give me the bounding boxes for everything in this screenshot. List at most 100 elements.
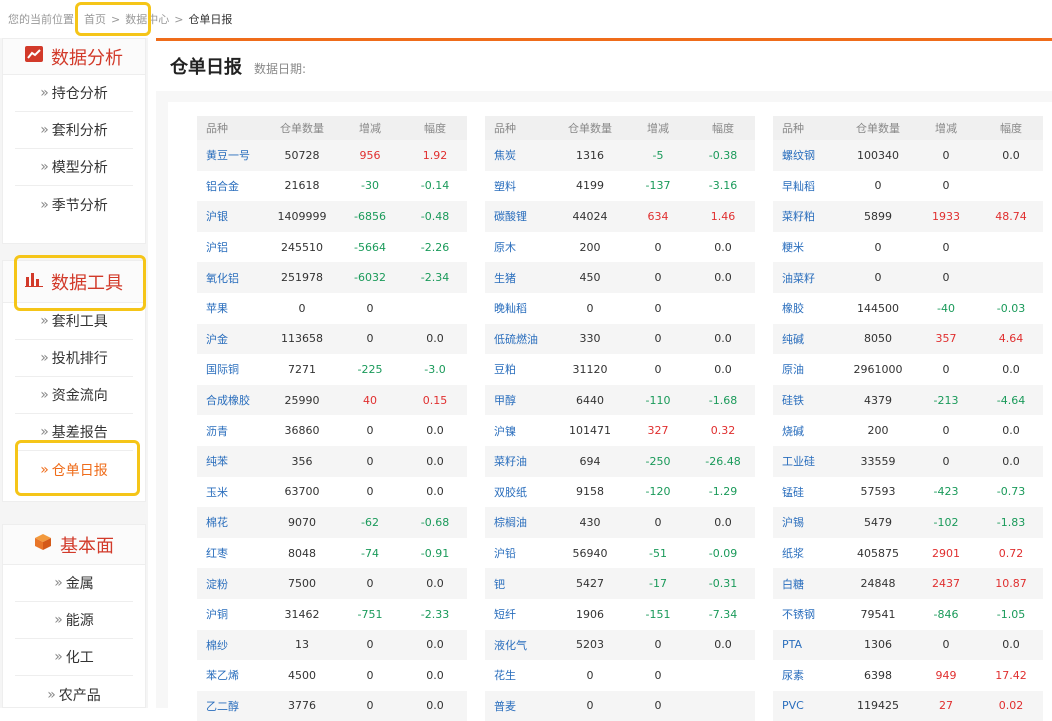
receipt-quantity: 0 xyxy=(874,179,882,193)
commodity-link[interactable]: 红枣 xyxy=(197,538,267,569)
commodity-link[interactable]: 纸浆 xyxy=(773,538,843,569)
commodity-link[interactable]: 棉纱 xyxy=(197,629,267,661)
commodity-link[interactable]: 菜籽油 xyxy=(485,445,555,477)
table-row: 钯 5427 -17 -0.31 xyxy=(485,568,755,599)
receipt-quantity: 63700 xyxy=(284,485,320,499)
commodity-link[interactable]: 菜籽粕 xyxy=(773,201,843,232)
section-header-data-tools[interactable]: 数据工具 xyxy=(3,261,145,303)
table-row: 晚籼稻 0 0 xyxy=(485,293,755,324)
receipt-table-1: 品种 仓单数量 增减 幅度 黄豆一号 50728 956 1.92 铝合金 21618 -30 -0.… xyxy=(197,116,467,721)
commodity-link[interactable]: 花生 xyxy=(485,660,555,691)
commodity-link[interactable]: 烧碱 xyxy=(773,415,843,446)
commodity-link[interactable]: 焦炭 xyxy=(485,140,555,171)
change-value: -51 xyxy=(649,546,667,560)
change-percent: 0.0 xyxy=(714,240,732,254)
commodity-link[interactable]: 乙二醇 xyxy=(197,690,267,721)
commodity-link[interactable]: 短纤 xyxy=(485,599,555,630)
commodity-link[interactable]: 合成橡胶 xyxy=(197,384,267,416)
commodity-link[interactable]: 塑料 xyxy=(485,171,555,202)
sidebar-item-agricultural[interactable]: » 农产品 xyxy=(15,676,133,713)
section-header-fundamentals[interactable]: 基本面 xyxy=(3,525,145,565)
commodity-link[interactable]: PTA xyxy=(773,629,843,661)
table-row: 棕榈油 430 0 0.0 xyxy=(485,507,755,538)
commodity-link[interactable]: 纯碱 xyxy=(773,323,843,355)
commodity-link[interactable]: 原油 xyxy=(773,354,843,385)
sidebar-item-fund-flow[interactable]: » 资金流向 xyxy=(15,377,133,414)
commodity-link[interactable]: 晚籼稻 xyxy=(485,293,555,324)
receipt-quantity: 33559 xyxy=(843,445,913,477)
commodity-link[interactable]: 棉花 xyxy=(197,507,267,538)
sidebar-item-energy[interactable]: » 能源 xyxy=(15,602,133,639)
commodity-link[interactable]: 氧化铝 xyxy=(197,262,267,293)
table-row: 不锈钢 79541 -846 -1.05 xyxy=(773,599,1043,630)
commodity-link[interactable]: 纯苯 xyxy=(197,445,267,477)
breadcrumb-current: 仓单日报 xyxy=(188,13,233,26)
commodity-link[interactable]: 淀粉 xyxy=(197,568,267,599)
commodity-link[interactable]: 低硫燃油 xyxy=(485,323,555,355)
commodity-link[interactable]: 钯 xyxy=(485,568,555,599)
sidebar-item-model-analysis[interactable]: » 模型分析 xyxy=(15,149,133,186)
section-header-data-analysis[interactable]: 数据分析 xyxy=(3,39,145,75)
commodity-link[interactable]: 甲醇 xyxy=(485,384,555,416)
commodity-link[interactable]: 碳酸锂 xyxy=(485,201,555,232)
commodity-link[interactable]: 黄豆一号 xyxy=(197,140,267,171)
change-percent: -0.09 xyxy=(708,546,738,560)
commodity-link[interactable]: 粳米 xyxy=(773,232,843,263)
commodity-link[interactable]: 橡胶 xyxy=(773,293,843,324)
commodity-link[interactable]: 沪银 xyxy=(197,201,267,232)
commodity-link[interactable]: 国际铜 xyxy=(197,354,267,385)
commodity-link[interactable]: 豆粕 xyxy=(485,354,555,385)
commodity-link[interactable]: 棕榈油 xyxy=(485,507,555,538)
change-value: -250 xyxy=(625,445,691,477)
change-value: -120 xyxy=(645,485,671,499)
commodity-link[interactable]: 尿素 xyxy=(773,660,843,691)
commodity-link[interactable]: 沪镍 xyxy=(485,415,555,446)
commodity-link[interactable]: 双胶纸 xyxy=(485,477,555,508)
commodity-link[interactable]: 玉米 xyxy=(197,477,267,508)
sidebar-item-arbitrage-tool[interactable]: » 套利工具 xyxy=(15,303,133,340)
commodity-link[interactable]: PVC xyxy=(773,690,843,721)
commodity-link[interactable]: 生猪 xyxy=(485,262,555,293)
sidebar-item-speculation-ranking[interactable]: » 投机排行 xyxy=(15,340,133,377)
commodity-link[interactable]: 不锈钢 xyxy=(773,599,843,630)
commodity-link[interactable]: 沪铝 xyxy=(197,232,267,263)
sidebar-item-warehouse-receipt-daily[interactable]: » 仓单日报 xyxy=(15,451,133,488)
commodity-link[interactable]: 白糖 xyxy=(773,568,843,599)
commodity-link[interactable]: 沪锡 xyxy=(773,507,843,538)
commodity-link[interactable]: 沥青 xyxy=(197,415,267,446)
receipt-quantity: 0 xyxy=(874,240,882,254)
commodity-link[interactable]: 沪铜 xyxy=(197,599,267,630)
table-row: 锰硅 57593 -423 -0.73 xyxy=(773,477,1043,508)
sidebar-item-metals[interactable]: » 金属 xyxy=(15,565,133,602)
commodity-link[interactable]: 早籼稻 xyxy=(773,171,843,202)
section-title: 基本面 xyxy=(60,535,114,557)
commodity-link[interactable]: 铝合金 xyxy=(197,171,267,202)
commodity-link[interactable]: 沪金 xyxy=(197,323,267,355)
sidebar-item-seasonal-analysis[interactable]: » 季节分析 xyxy=(15,186,133,223)
receipt-quantity: 5427 xyxy=(555,568,625,599)
commodity-link[interactable]: 沪铅 xyxy=(485,538,555,569)
change-value: 0 xyxy=(366,485,374,499)
change-value: -213 xyxy=(913,384,979,416)
commodity-link[interactable]: 硅铁 xyxy=(773,384,843,416)
commodity-link[interactable]: 苯乙烯 xyxy=(197,660,267,691)
sidebar-item-chemicals[interactable]: » 化工 xyxy=(15,639,133,676)
commodity-link[interactable]: 苹果 xyxy=(197,293,267,324)
sidebar-item-arbitrage-analysis[interactable]: » 套利分析 xyxy=(15,112,133,149)
commodity-link[interactable]: 螺纹钢 xyxy=(773,140,843,171)
breadcrumb-home-link[interactable]: 首页 xyxy=(84,11,106,27)
change-percent xyxy=(691,690,755,721)
breadcrumb-data-center-link[interactable]: 数据中心 xyxy=(125,11,169,27)
change-value: -40 xyxy=(937,301,955,315)
commodity-link[interactable]: 原木 xyxy=(485,232,555,263)
bar-chart-icon xyxy=(25,271,43,292)
commodity-link[interactable]: 油菜籽 xyxy=(773,262,843,293)
change-value: 0 xyxy=(625,323,691,355)
sidebar-item-position-analysis[interactable]: » 持仓分析 xyxy=(15,75,133,112)
commodity-link[interactable]: 锰硅 xyxy=(773,477,843,508)
commodity-link[interactable]: 液化气 xyxy=(485,629,555,661)
change-value: 0 xyxy=(913,140,979,171)
commodity-link[interactable]: 工业硅 xyxy=(773,445,843,477)
sidebar-item-basis-report[interactable]: » 基差报告 xyxy=(15,414,133,451)
commodity-link[interactable]: 普麦 xyxy=(485,690,555,721)
